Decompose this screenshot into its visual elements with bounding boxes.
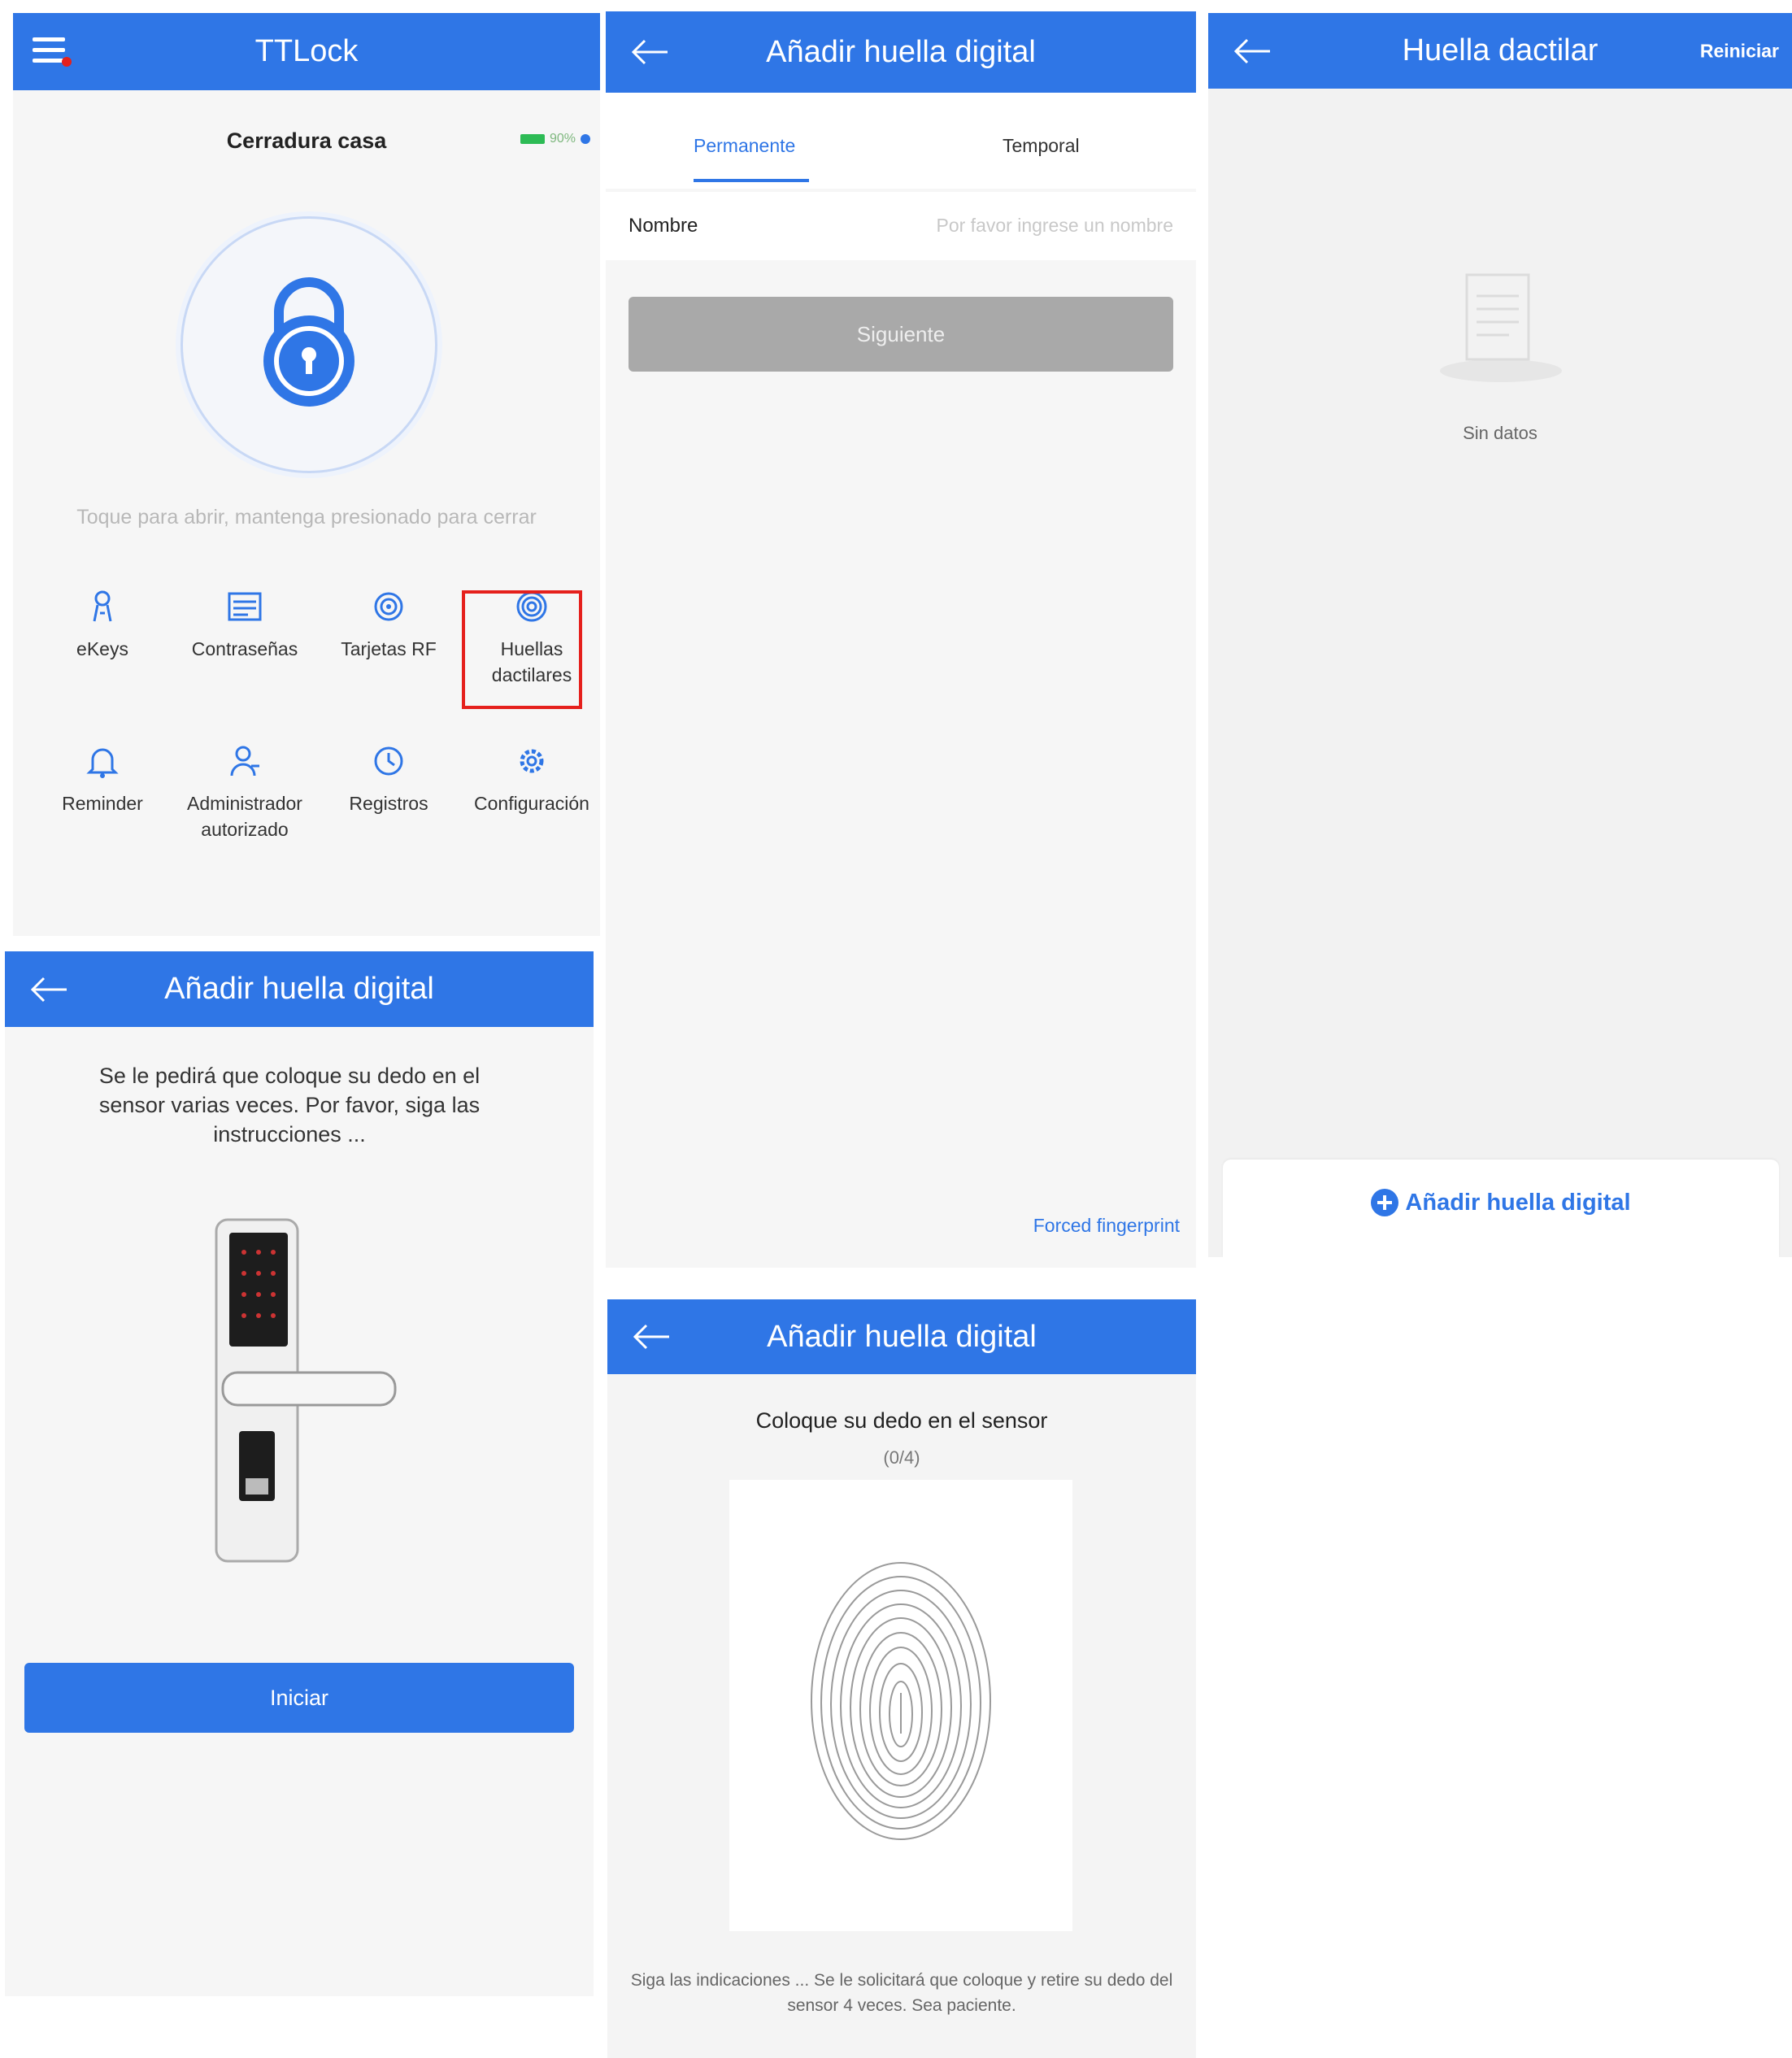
screen-title: Añadir huella digital [164, 972, 434, 1006]
screen-title: Huella dactilar [1402, 33, 1598, 67]
add-fingerprint-label: Añadir huella digital [1405, 1189, 1631, 1216]
grid-item-settings[interactable]: Configuración [459, 737, 600, 816]
plus-circle-icon [1371, 1189, 1399, 1216]
grid-label: Administrador autorizado [187, 793, 302, 840]
grid-item-records[interactable]: Registros [315, 737, 462, 816]
scan-prompt: Coloque su dedo en el sensor [755, 1408, 1048, 1433]
highlight-box [462, 590, 582, 709]
back-arrow-icon[interactable] [630, 1321, 672, 1353]
bluetooth-dot-icon [581, 134, 590, 144]
screen-title: Añadir huella digital [766, 34, 1036, 69]
grid-label: eKeys [76, 638, 128, 659]
battery-level: 90% [549, 132, 576, 146]
empty-state-text: Sin datos [1463, 423, 1538, 443]
padlock-icon [263, 277, 354, 407]
start-button[interactable]: Iniciar [24, 1663, 574, 1733]
next-button[interactable]: Siguiente [629, 297, 1173, 372]
battery-indicator: 90% [520, 132, 590, 146]
tab-bar: Permanente Temporal [606, 93, 1196, 189]
scan-footer-text: Siga las indicaciones ... Se le solicita… [630, 1971, 1173, 2015]
scan-progress: (0/4) [883, 1447, 920, 1468]
fingerprint-icon [811, 1562, 991, 1840]
lock-name: Cerradura casa [226, 128, 387, 153]
fingerprint-list-screen: Huella dactilar Reiniciar Sin datos Añad… [1208, 13, 1792, 1257]
menu-icon[interactable] [31, 33, 76, 70]
instructions-text: Se le pedirá que coloque su dedo en el s… [98, 1064, 481, 1146]
tab-indicator [694, 179, 809, 182]
door-lock-image [215, 1218, 397, 1563]
passcode-icon [228, 592, 262, 621]
back-arrow-icon[interactable] [629, 36, 671, 68]
ekey-icon [93, 590, 112, 622]
grid-item-ekeys[interactable]: eKeys [29, 582, 176, 662]
name-field[interactable]: Nombre Por favor ingrese un nombre [606, 192, 1196, 260]
screen-title: Añadir huella digital [767, 1319, 1037, 1354]
app-title: TTLock [254, 34, 359, 68]
forced-fingerprint-link[interactable]: Forced fingerprint [1033, 1215, 1180, 1237]
home-screen: TTLock Cerradura casa 90% Toque para abr… [13, 13, 600, 936]
history-icon [374, 746, 403, 776]
back-arrow-icon[interactable] [28, 973, 70, 1006]
instructions-screen: Añadir huella digital Se le pedirá que c… [5, 951, 594, 1996]
unlock-button[interactable] [181, 216, 437, 473]
top-bar: Añadir huella digital [606, 11, 1196, 93]
bell-icon [86, 748, 119, 778]
grid-item-admin[interactable]: Administrador autorizado [172, 737, 318, 842]
top-bar: TTLock [13, 13, 600, 90]
name-label: Nombre [629, 215, 698, 237]
name-placeholder[interactable]: Por favor ingrese un nombre [937, 215, 1174, 237]
empty-document-icon [1440, 273, 1562, 382]
battery-icon [520, 134, 545, 144]
admin-icon [230, 746, 259, 777]
top-bar: Huella dactilar Reiniciar [1208, 13, 1792, 89]
card-icon [374, 592, 403, 621]
grid-label: Reminder [62, 793, 143, 814]
reset-button[interactable]: Reiniciar [1700, 40, 1779, 62]
gear-icon [520, 749, 544, 773]
top-bar: Añadir huella digital [607, 1299, 1196, 1374]
scan-screen: Añadir huella digital Coloque su dedo en… [607, 1299, 1196, 2058]
grid-label: Registros [349, 793, 428, 814]
grid-label: Tarjetas RF [341, 638, 437, 659]
fingerprint-area [729, 1480, 1072, 1931]
grid-item-rf-cards[interactable]: Tarjetas RF [315, 582, 462, 662]
grid-item-reminder[interactable]: Reminder [29, 737, 176, 816]
grid-item-passcodes[interactable]: Contraseñas [172, 582, 318, 662]
unlock-hint: Toque para abrir, mantenga presionado pa… [76, 506, 537, 529]
add-fingerprint-container: Añadir huella digital [1223, 1160, 1779, 1257]
add-fingerprint-button[interactable]: Añadir huella digital [1223, 1189, 1779, 1216]
add-fingerprint-form-screen: Añadir huella digital Permanente Tempora… [606, 11, 1196, 1268]
top-bar: Añadir huella digital [5, 951, 594, 1027]
grid-label: Configuración [474, 793, 589, 814]
tab-temporal[interactable]: Temporal [1003, 135, 1080, 157]
tab-permanente[interactable]: Permanente [694, 135, 795, 157]
grid-label: Contraseñas [191, 638, 298, 659]
back-arrow-icon[interactable] [1231, 35, 1273, 67]
